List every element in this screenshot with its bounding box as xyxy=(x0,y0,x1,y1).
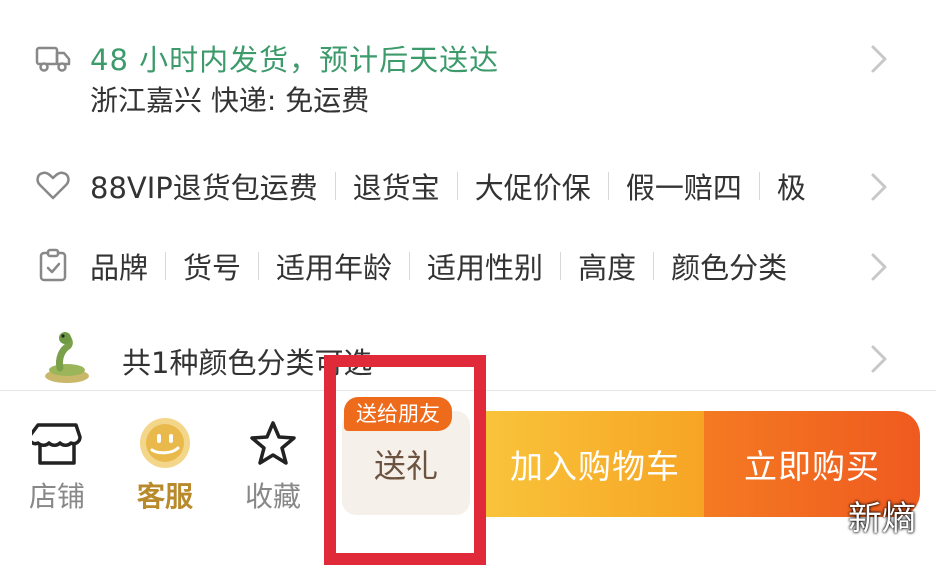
chevron-right-icon xyxy=(870,44,888,73)
param-tag: 货号 xyxy=(183,251,242,285)
shipping-origin-fee: 浙江嘉兴 快递: 免运费 xyxy=(90,84,370,117)
guarantee-tag: 极 xyxy=(776,171,806,205)
star-icon xyxy=(245,415,301,471)
guarantee-tag: 假一赔四 xyxy=(625,171,742,205)
param-tag: 颜色分类 xyxy=(671,251,788,285)
divider xyxy=(653,252,655,280)
divider xyxy=(560,252,562,280)
divider xyxy=(165,252,167,280)
chevron-right-icon xyxy=(870,172,888,201)
watermark: 新熵 xyxy=(848,499,916,539)
param-tag: 高度 xyxy=(578,251,637,285)
guarantee-tag: 大促价保 xyxy=(474,171,591,205)
snake-toy-thumbnail xyxy=(40,330,94,386)
store-icon xyxy=(29,415,85,471)
guarantee-tags: 88VIP退货包运费 退货宝 大促价保 假一赔四 极 xyxy=(90,164,846,208)
divider xyxy=(409,252,411,280)
guarantee-tag: 退货宝 xyxy=(352,171,440,205)
bottom-action-bar: 店铺 客服 收藏 送给朋友 送礼 加入购物车 立即购买 xyxy=(0,355,936,568)
guarantee-tag: 88VIP退货包运费 xyxy=(90,171,318,205)
add-to-cart-button[interactable]: 加入购物车 xyxy=(486,411,704,517)
customer-service-label: 客服 xyxy=(136,480,193,513)
favorite-button[interactable]: 收藏 xyxy=(228,415,318,515)
highlight-frame xyxy=(324,355,486,565)
customer-service-icon xyxy=(137,415,193,471)
param-tag: 适用性别 xyxy=(427,251,544,285)
chevron-right-icon xyxy=(870,344,888,373)
truck-icon xyxy=(34,40,72,78)
divider xyxy=(334,172,336,200)
param-tag: 适用年龄 xyxy=(276,251,393,285)
param-tag: 品牌 xyxy=(90,251,149,285)
divider xyxy=(758,172,760,200)
store-label: 店铺 xyxy=(28,480,85,513)
shipping-row[interactable]: 48 小时内发货，预计后天送达 浙江嘉兴 快递: 免运费 xyxy=(0,30,936,130)
chevron-right-icon xyxy=(870,252,888,281)
divider xyxy=(258,252,260,280)
divider xyxy=(607,172,609,200)
param-tags: 品牌 货号 适用年龄 适用性别 高度 颜色分类 xyxy=(90,244,846,288)
customer-service-button[interactable]: 客服 xyxy=(120,415,210,515)
store-button[interactable]: 店铺 xyxy=(12,415,102,515)
divider xyxy=(456,172,458,200)
guarantees-row[interactable]: 88VIP退货包运费 退货宝 大促价保 假一赔四 极 xyxy=(0,160,936,212)
delivery-estimate: 48 小时内发货，预计后天送达 xyxy=(90,43,500,77)
clipboard-icon xyxy=(34,246,72,284)
heart-shield-icon xyxy=(34,166,72,204)
favorite-label: 收藏 xyxy=(244,480,301,513)
product-params-row[interactable]: 品牌 货号 适用年龄 适用性别 高度 颜色分类 xyxy=(0,240,936,292)
